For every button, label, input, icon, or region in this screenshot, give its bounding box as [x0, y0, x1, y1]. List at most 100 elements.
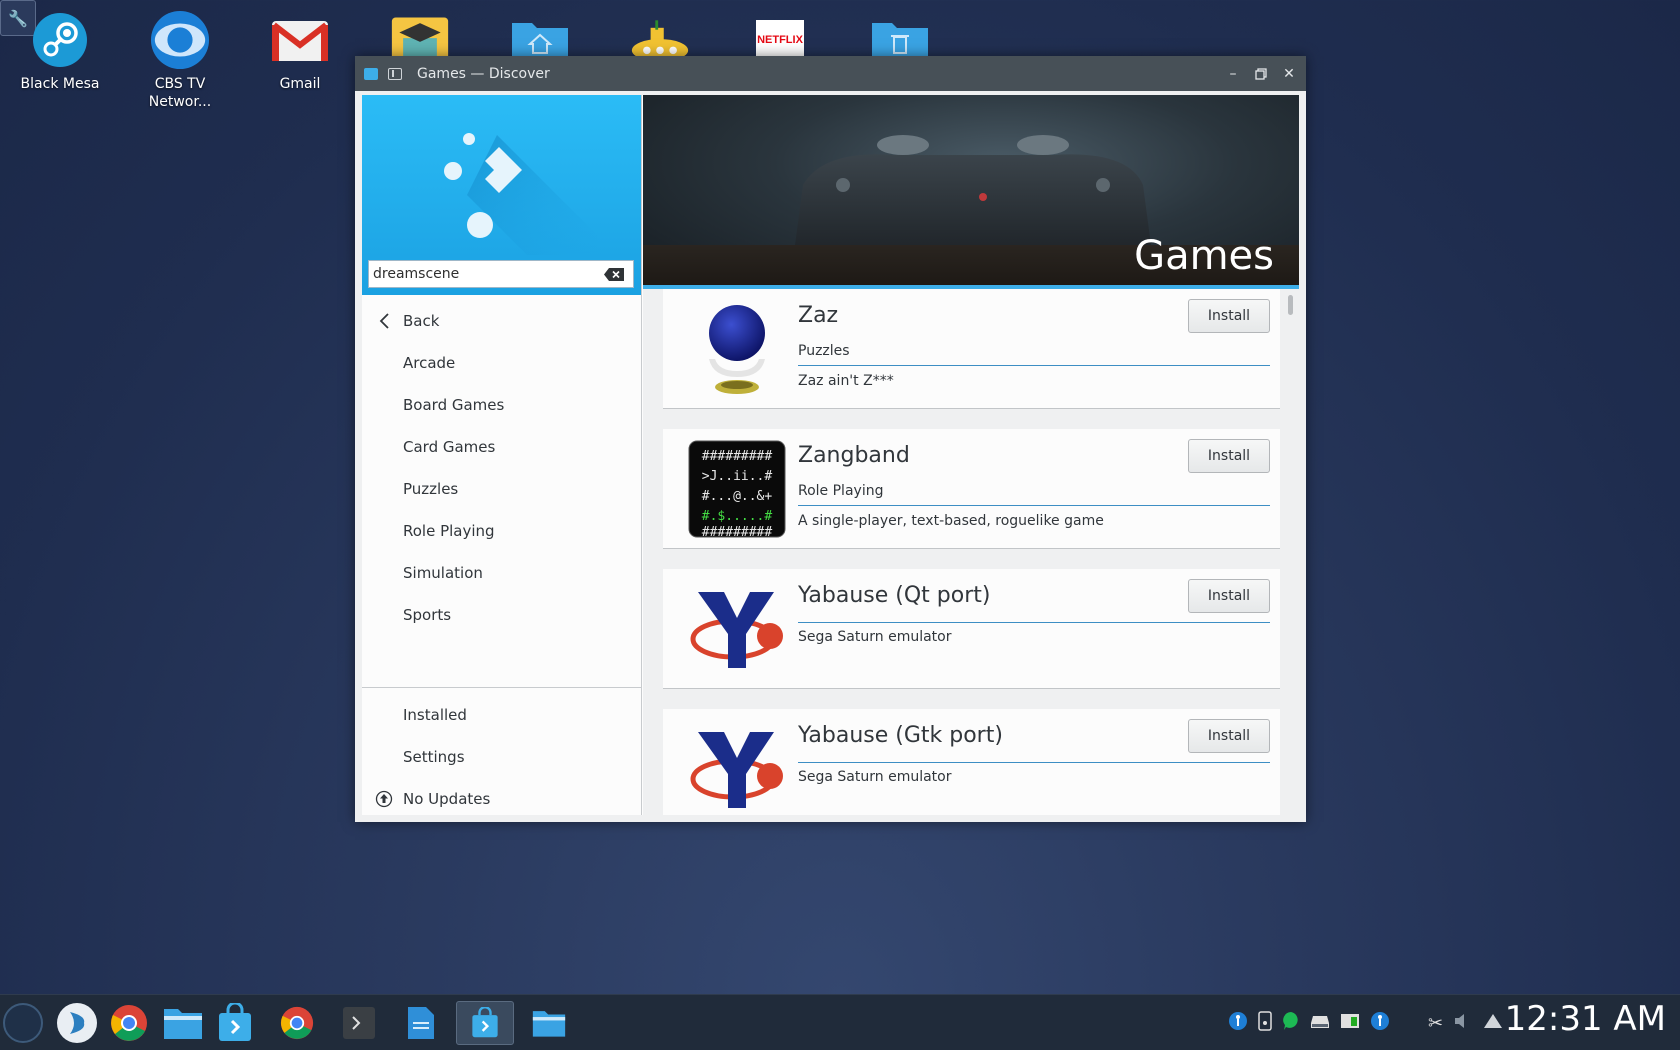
- close-button[interactable]: ✕: [1282, 65, 1296, 82]
- nav-item-updates[interactable]: No Updates: [362, 779, 642, 815]
- nav-item-arcade[interactable]: Arcade: [362, 343, 642, 383]
- nav-item-label: Puzzles: [403, 480, 459, 498]
- list-item[interactable]: Zaz Puzzles Zaz ain't Z*** Install: [663, 289, 1280, 409]
- list-item[interactable]: ######### >J..ii..# #...@..&+ #.$.....# …: [663, 429, 1280, 549]
- app-name[interactable]: Yabause (Gtk port): [798, 723, 1003, 748]
- discover-window: Games — Discover – ✕ dreamscene Back Arc…: [355, 56, 1306, 822]
- nav-item-label: Arcade: [403, 354, 456, 372]
- accessibility-icon[interactable]: [1228, 1011, 1248, 1035]
- nav-item-label: No Updates: [403, 790, 491, 808]
- nav-item-simulation[interactable]: Simulation: [362, 553, 642, 593]
- nav-item-label: Installed: [403, 706, 467, 724]
- nav-item-sports[interactable]: Sports: [362, 595, 642, 635]
- desktop-icon-gmail[interactable]: Gmail: [245, 10, 355, 93]
- netflix-logo-text: NETFLIX: [756, 20, 804, 60]
- install-button[interactable]: Install: [1188, 579, 1270, 613]
- desktop-icon-label: Gmail: [279, 76, 321, 92]
- window-content: Back Arcade Board Games Card Games Puzzl…: [362, 95, 1299, 815]
- task-terminal[interactable]: [336, 1001, 382, 1045]
- yabause-qt-app-icon: [687, 579, 787, 679]
- expand-tray-icon[interactable]: [1483, 1013, 1503, 1033]
- window-titlebar[interactable]: Games — Discover – ✕: [355, 56, 1306, 91]
- desktop-icon-black-mesa[interactable]: Black Mesa: [5, 10, 115, 93]
- task-folder-window[interactable]: [526, 1001, 572, 1045]
- search-field[interactable]: [368, 260, 634, 288]
- battery-monitor-icon[interactable]: [1340, 1013, 1360, 1033]
- app-divider: [798, 622, 1270, 623]
- maximize-button[interactable]: [1254, 67, 1268, 81]
- clock[interactable]: 12:31 AM: [1505, 999, 1666, 1039]
- app-name[interactable]: Yabause (Qt port): [798, 583, 990, 608]
- minimize-button[interactable]: –: [1226, 66, 1240, 82]
- close-icon: ✕: [1283, 65, 1295, 82]
- phone-icon[interactable]: [1258, 1011, 1272, 1035]
- task-chrome[interactable]: [106, 1001, 152, 1045]
- discover-logo-icon: [444, 133, 597, 255]
- nav-item-role-playing[interactable]: Role Playing: [362, 511, 642, 551]
- store-bag-icon: [219, 1003, 251, 1041]
- task-discover-window[interactable]: [456, 1001, 514, 1045]
- cbs-icon: [150, 10, 210, 70]
- svg-text:#.$.....#: #.$.....#: [702, 509, 773, 524]
- window-menu-icon[interactable]: [388, 67, 402, 80]
- launcher-icon: [3, 1003, 43, 1043]
- app-description: Sega Saturn emulator: [798, 629, 952, 645]
- terminal-icon: [343, 1007, 375, 1039]
- app-description: Sega Saturn emulator: [798, 769, 952, 785]
- discover-app-icon[interactable]: [364, 67, 378, 80]
- chat-bubble-icon[interactable]: [1282, 1011, 1300, 1035]
- install-button[interactable]: Install: [1188, 299, 1270, 333]
- install-button[interactable]: Install: [1188, 719, 1270, 753]
- app-name[interactable]: Zangband: [798, 443, 910, 468]
- steam-icon: [30, 10, 90, 70]
- app-divider: [798, 762, 1270, 763]
- application-launcher-button[interactable]: [0, 1001, 46, 1045]
- discover-brand-header: [362, 95, 641, 295]
- search-input[interactable]: [373, 266, 593, 282]
- folder-icon: [164, 1009, 202, 1039]
- nav-item-installed[interactable]: Installed: [362, 695, 642, 735]
- drive-icon[interactable]: [1310, 1014, 1330, 1033]
- app-divider: [798, 365, 1270, 366]
- update-icon: [375, 790, 393, 808]
- svg-text:#########: #########: [702, 449, 773, 464]
- document-icon: [408, 1007, 434, 1039]
- app-description: A single-player, text-based, roguelike g…: [798, 513, 1104, 529]
- accessibility-icon[interactable]: [1370, 1011, 1390, 1035]
- nav-item-settings[interactable]: Settings: [362, 737, 642, 777]
- category-title: Games: [1134, 233, 1274, 279]
- app-category: Role Playing: [798, 483, 884, 499]
- clear-search-icon[interactable]: [603, 267, 625, 282]
- task-discover[interactable]: [212, 1001, 258, 1045]
- app-description: Zaz ain't Z***: [798, 373, 894, 389]
- task-file-manager[interactable]: [160, 1001, 206, 1045]
- install-button[interactable]: Install: [1188, 439, 1270, 473]
- nav-item-board-games[interactable]: Board Games: [362, 385, 642, 425]
- zangband-app-icon: ######### >J..ii..# #...@..&+ #.$.....# …: [687, 439, 787, 539]
- app-list-pane: Games Zaz Puzzles Zaz ain't Z*** Install: [643, 95, 1299, 815]
- nav-separator: [362, 687, 642, 688]
- chrome-icon: [111, 1005, 147, 1041]
- list-scrollbar[interactable]: [1288, 295, 1293, 315]
- app-category: Puzzles: [798, 343, 850, 359]
- store-bag-icon: [472, 1007, 498, 1038]
- nav-item-label: Card Games: [403, 438, 496, 456]
- list-item[interactable]: Yabause (Qt port) Sega Saturn emulator I…: [663, 569, 1280, 689]
- scissors-icon[interactable]: ✂: [1428, 1013, 1443, 1034]
- back-button[interactable]: Back: [362, 301, 642, 341]
- task-text-editor[interactable]: [398, 1001, 444, 1045]
- app-list[interactable]: Zaz Puzzles Zaz ain't Z*** Install #####…: [643, 289, 1299, 815]
- nav-item-card-games[interactable]: Card Games: [362, 427, 642, 467]
- window-title: Games — Discover: [417, 65, 550, 82]
- app-divider: [798, 505, 1270, 506]
- nav-item-label: Settings: [403, 748, 465, 766]
- nav-item-puzzles[interactable]: Puzzles: [362, 469, 642, 509]
- system-tray: [1228, 995, 1390, 1050]
- volume-icon[interactable]: [1453, 1012, 1473, 1034]
- desktop-icon-cbs[interactable]: CBS TV Networ...: [125, 10, 235, 111]
- gmail-icon: [270, 10, 330, 70]
- app-name[interactable]: Zaz: [798, 303, 838, 328]
- list-item[interactable]: Yabause (Gtk port) Sega Saturn emulator …: [663, 709, 1280, 815]
- task-chrome-window[interactable]: [274, 1001, 320, 1045]
- task-kde-connect[interactable]: [54, 1001, 100, 1045]
